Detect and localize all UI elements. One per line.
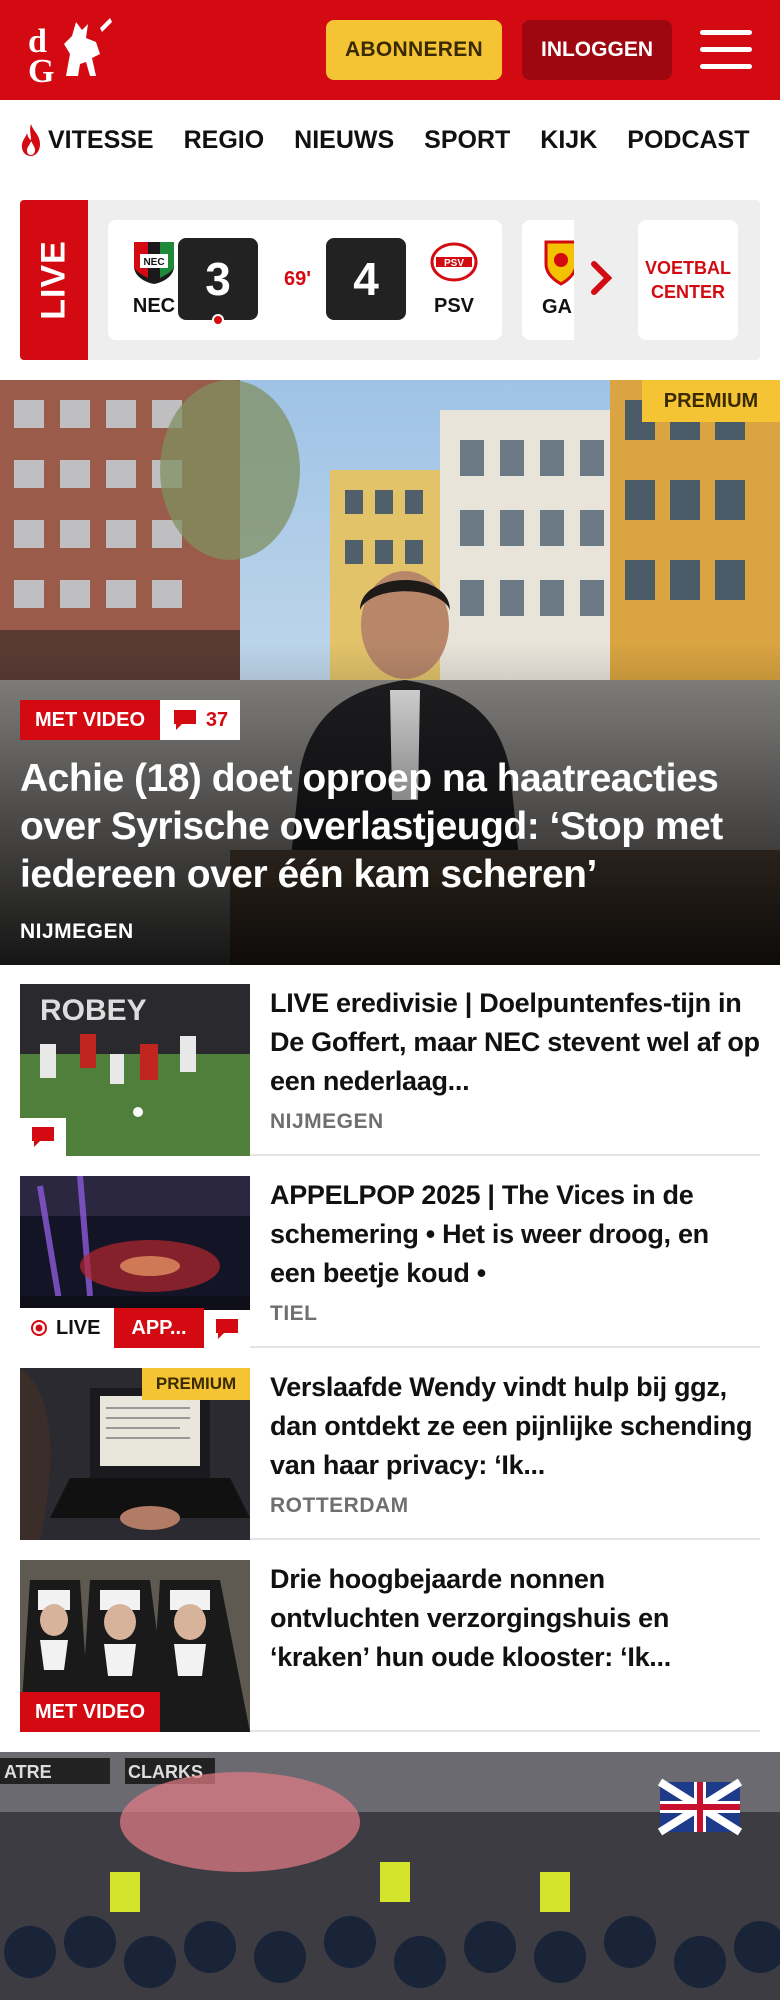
live-dot-icon (31, 1320, 47, 1336)
live-tag: LIVE (20, 200, 88, 360)
article-item[interactable]: MET VIDEO Drie hoogbejaarde nonnen ontvl… (20, 1560, 760, 1732)
menu-icon[interactable] (700, 28, 752, 72)
match-card[interactable]: NEC NEC 3 69' 4 PSV PSV (108, 220, 502, 340)
site-logo[interactable]: d G (26, 14, 116, 90)
nav-item-regio[interactable]: REGIO (184, 126, 265, 155)
chevron-right-icon[interactable] (590, 260, 614, 296)
article-title[interactable]: LIVE eredivisie | Doelpuntenfes-tijn in … (270, 984, 760, 1101)
home-score: 3 (178, 238, 258, 326)
video-badge: MET VIDEO (20, 700, 160, 740)
flame-icon (21, 124, 40, 156)
nav-item-sport[interactable]: SPORT (424, 126, 510, 155)
away-club: PSV PSV (426, 238, 482, 318)
article-item[interactable]: LIVE APP... APPELPOP 2025 | The Vices in… (20, 1176, 760, 1348)
article-title[interactable]: Drie hoogbejaarde nonnen ontvluchten ver… (270, 1560, 760, 1677)
nav-item-kijk[interactable]: KIJK (540, 126, 597, 155)
article-location: NIJMEGEN (270, 1110, 384, 1133)
appelpop-tag: APP... (114, 1308, 204, 1348)
hero-location: NIJMEGEN (20, 920, 134, 943)
next-match-card[interactable]: GA (522, 220, 574, 340)
login-button[interactable]: INLOGGEN (522, 20, 672, 80)
voetbal-center-link[interactable]: VOETBAL CENTER (638, 220, 738, 340)
premium-badge: PREMIUM (142, 1368, 250, 1400)
article-item[interactable]: ROBEY LIVE eredivisie | Doelpuntenfes-ti… (20, 984, 760, 1156)
subscribe-button[interactable]: ABONNEREN (326, 20, 502, 80)
article-item[interactable]: PREMIUM Verslaafde Wendy vindt hulp bij … (20, 1368, 760, 1540)
article-title[interactable]: Verslaafde Wendy vindt hulp bij ggz, dan… (270, 1368, 760, 1485)
top-bar: d G ABONNEREN INLOGGEN (0, 0, 780, 100)
away-score: 4 (326, 238, 406, 320)
comment-count-badge[interactable]: 37 (160, 700, 240, 740)
video-badge: MET VIDEO (20, 1692, 160, 1732)
match-minute: 69' (284, 268, 312, 290)
nav-label: VITESSE (48, 125, 154, 154)
psv-badge-icon: PSV (430, 242, 478, 282)
svg-text:PSV: PSV (444, 258, 464, 269)
svg-text:G: G (28, 53, 54, 86)
premium-badge: PREMIUM (642, 380, 780, 422)
comment-icon (216, 1319, 238, 1339)
home-club: NEC NEC (126, 238, 182, 318)
article-title[interactable]: APPELPOP 2025 | The Vices in de schemeri… (270, 1176, 760, 1293)
sign-left: ATRE (4, 1762, 52, 1782)
comment-badge (204, 1310, 250, 1348)
comment-icon (32, 1127, 54, 1147)
ga-eagles-badge-icon (544, 240, 574, 286)
svg-text:ROBEY: ROBEY (40, 994, 147, 1027)
live-scorebar: LIVE NEC NEC 3 69' 4 PSV PSV GA VOETBAL … (20, 200, 760, 360)
nav-item-vitesse[interactable]: VITESSE (18, 123, 154, 157)
comment-icon (173, 710, 196, 730)
comment-badge (20, 1118, 66, 1156)
live-indicator (212, 314, 224, 326)
article-location: ROTTERDAM (270, 1494, 409, 1517)
main-nav: VITESSE REGIO NIEUWS SPORT KIJK PODCAST (0, 100, 780, 180)
next-hero-image[interactable]: ATRE CLARKS (0, 1752, 780, 2000)
nec-badge-icon: NEC (134, 242, 174, 284)
nav-item-nieuws[interactable]: NIEUWS (294, 126, 394, 155)
hero-title[interactable]: Achie (18) doet oproep na haatreacties o… (20, 755, 765, 899)
live-badge: LIVE (20, 1308, 114, 1348)
article-location: TIEL (270, 1302, 318, 1325)
nav-item-podcast[interactable]: PODCAST (627, 126, 749, 155)
svg-text:NEC: NEC (143, 257, 164, 268)
